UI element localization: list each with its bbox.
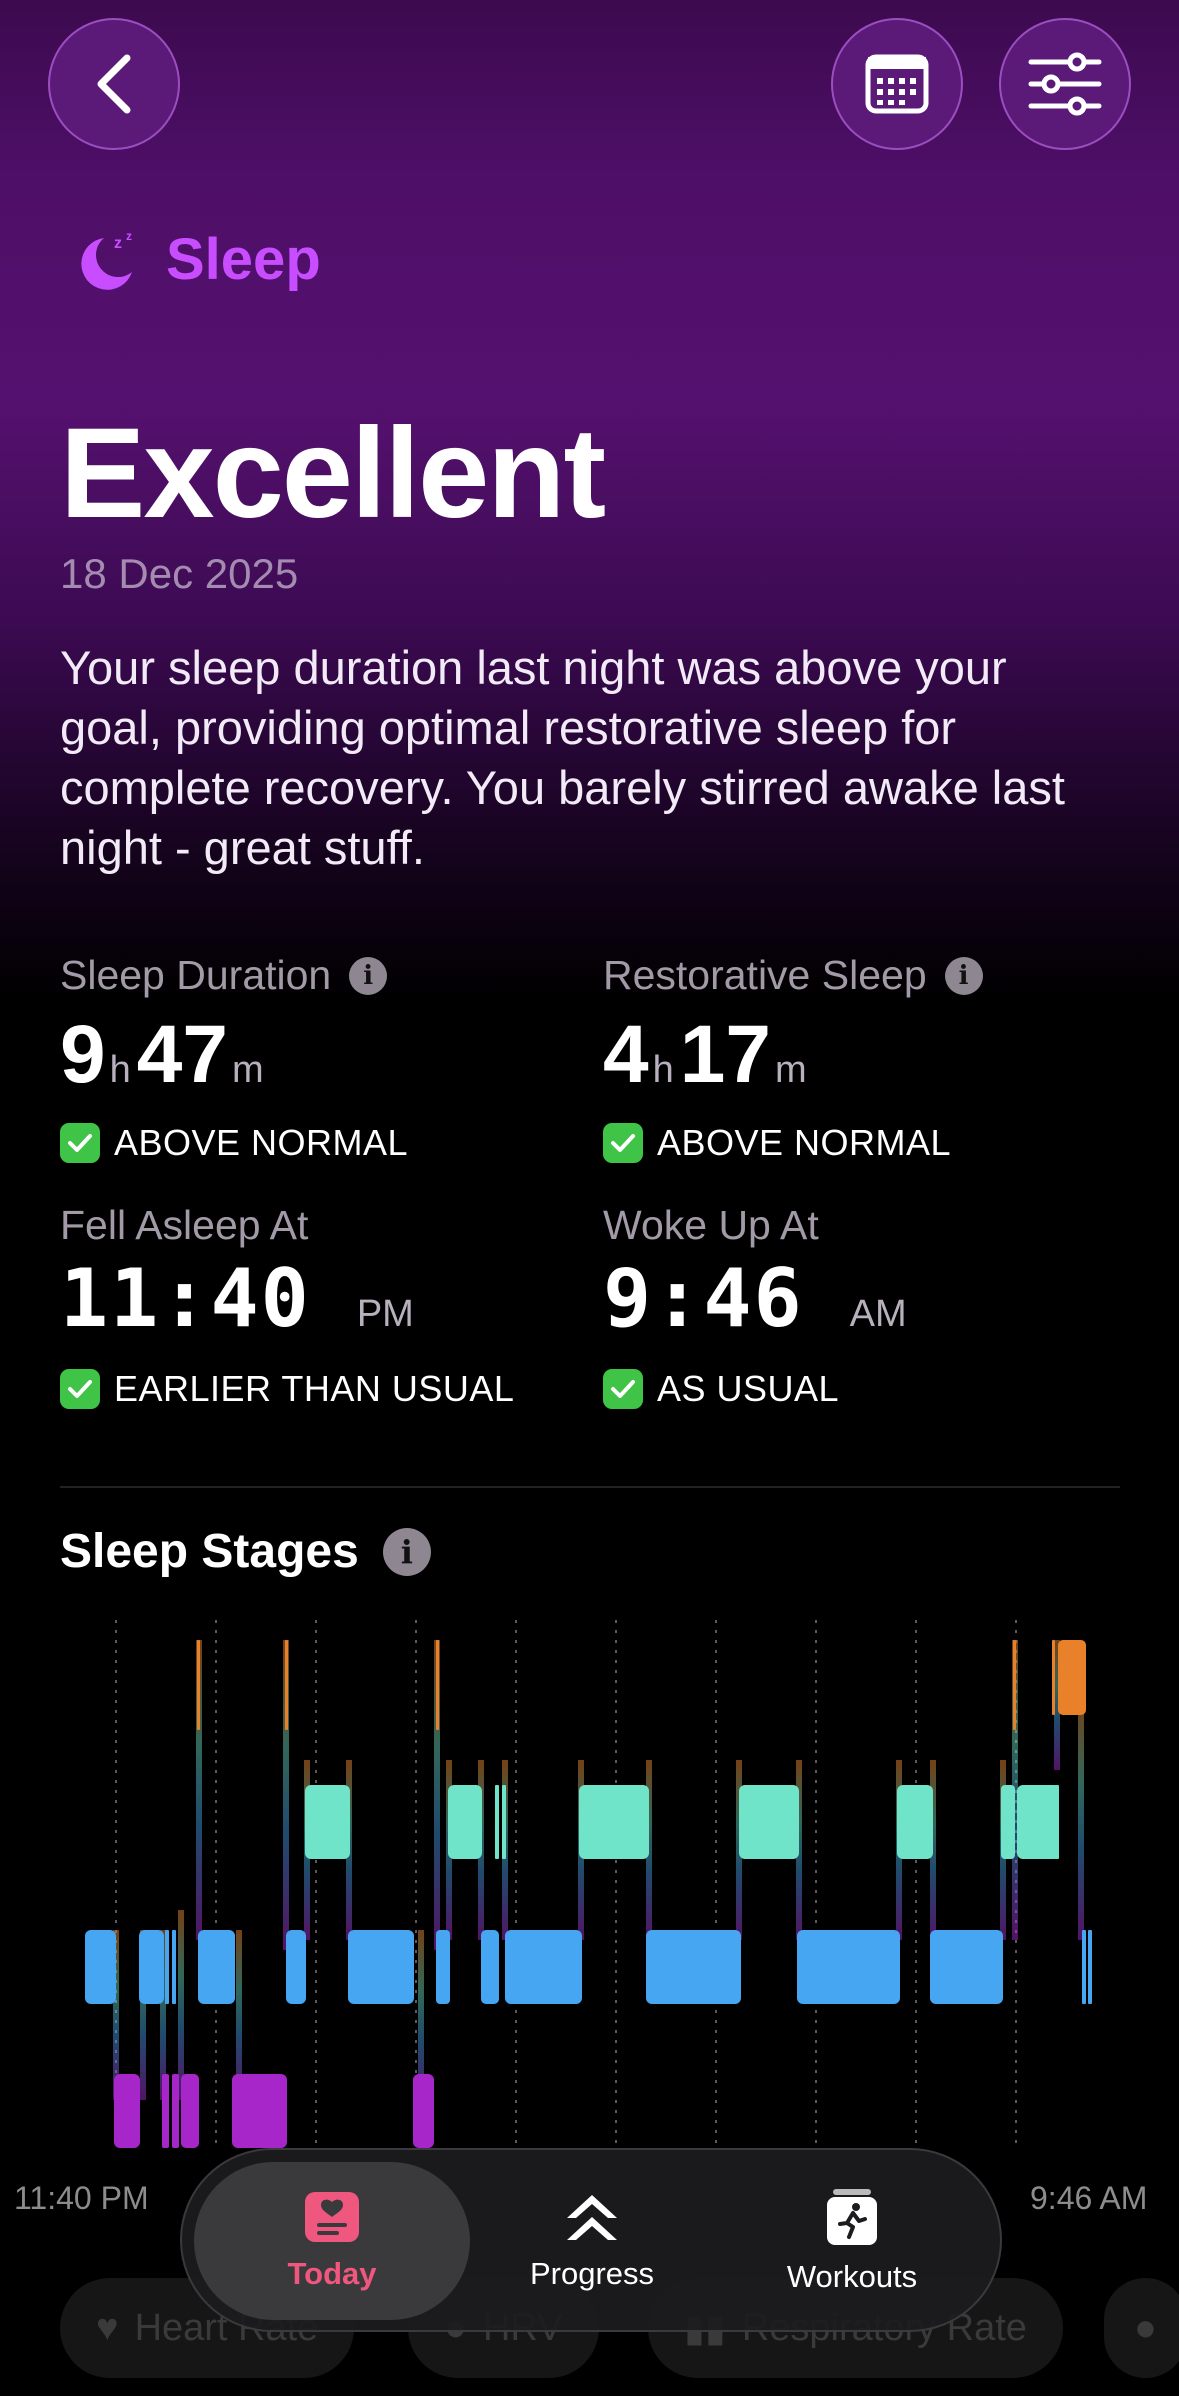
metric-label: Fell Asleep At — [60, 1202, 309, 1248]
status-badge: EARLIER THAN USUAL — [60, 1368, 514, 1410]
check-icon — [60, 1369, 100, 1409]
sleep-rating-title: Excellent — [60, 402, 606, 545]
progress-icon — [567, 2195, 617, 2240]
chart-start-time: 11:40 PM — [14, 2180, 149, 2216]
metric-time: 9:46 AM — [603, 1252, 907, 1345]
section-label: Sleep — [166, 227, 321, 292]
svg-text:z: z — [126, 229, 132, 243]
woke-up-metric: Woke Up At 9:46 AM AS USUAL — [603, 1202, 907, 1410]
filter-settings-button[interactable] — [999, 18, 1131, 150]
info-icon[interactable]: i — [382, 1527, 431, 1576]
back-chevron-icon — [97, 54, 131, 114]
deep-stage-bars — [114, 2074, 434, 2148]
calendar-button[interactable] — [831, 18, 963, 150]
tab-label: Progress — [529, 2256, 655, 2291]
sleep-section-header: z z Sleep — [74, 226, 321, 293]
fell-asleep-metric: Fell Asleep At 11:40 PM EARLIER THAN USUA… — [60, 1202, 514, 1410]
chip-more[interactable]: ● — [1104, 2278, 1179, 2378]
sleep-stages-title: Sleep Stages — [60, 1525, 359, 1578]
section-divider — [60, 1486, 1120, 1488]
tab-workouts[interactable]: Workouts — [714, 2162, 990, 2320]
sleep-duration-metric: Sleep Duration i 9 h47 m ABOVE NORMAL — [60, 952, 408, 1164]
sliders-icon — [1028, 52, 1102, 116]
check-icon — [60, 1123, 100, 1163]
chart-gridlines — [115, 1620, 1017, 2150]
metric-label: Woke Up At — [603, 1202, 819, 1248]
tab-today[interactable]: Today — [194, 2162, 470, 2320]
back-button[interactable] — [48, 18, 180, 150]
check-icon — [603, 1123, 643, 1163]
sleep-moon-icon: z z — [81, 229, 132, 290]
info-icon[interactable]: i — [349, 956, 388, 995]
more-icon: ● — [1134, 2306, 1157, 2349]
metric-value: 4 h17 m — [603, 1009, 807, 1100]
sleep-description: Your sleep duration last night was above… — [60, 641, 1065, 874]
check-icon — [603, 1369, 643, 1409]
sleep-date: 18 Dec 2025 — [60, 550, 299, 597]
workouts-icon — [827, 2189, 877, 2245]
metric-value: 9 h47 m — [60, 1009, 264, 1100]
status-badge: ABOVE NORMAL — [60, 1122, 408, 1164]
metric-label: Sleep Duration — [60, 952, 332, 998]
info-icon[interactable]: i — [944, 956, 983, 995]
metric-time: 11:40 PM — [60, 1252, 414, 1345]
chart-end-time: 9:46 AM — [1030, 2180, 1148, 2216]
restorative-sleep-metric: Restorative Sleep i 4 h17 m ABOVE NORMAL — [603, 952, 983, 1164]
today-icon — [305, 2192, 359, 2242]
stage-transitions — [113, 1640, 1084, 2110]
bottom-tab-bar: Today Progress Workouts — [180, 2148, 1002, 2332]
sleep-stages-chart[interactable] — [0, 1610, 1179, 2170]
status-badge: ABOVE NORMAL — [603, 1122, 983, 1164]
calendar-icon — [865, 54, 929, 114]
tab-label: Workouts — [786, 2259, 918, 2294]
awake-stage-bars — [197, 1640, 1086, 1730]
metric-label: Restorative Sleep — [603, 952, 927, 998]
heart-icon: ♥ — [96, 2306, 119, 2349]
tab-label: Today — [287, 2256, 377, 2291]
tab-progress[interactable]: Progress — [454, 2162, 730, 2320]
status-badge: AS USUAL — [603, 1368, 907, 1410]
rem-stage-bars — [305, 1785, 1059, 1859]
sleep-stages-header: Sleep Stages i — [60, 1524, 431, 1579]
svg-text:z: z — [114, 235, 122, 252]
